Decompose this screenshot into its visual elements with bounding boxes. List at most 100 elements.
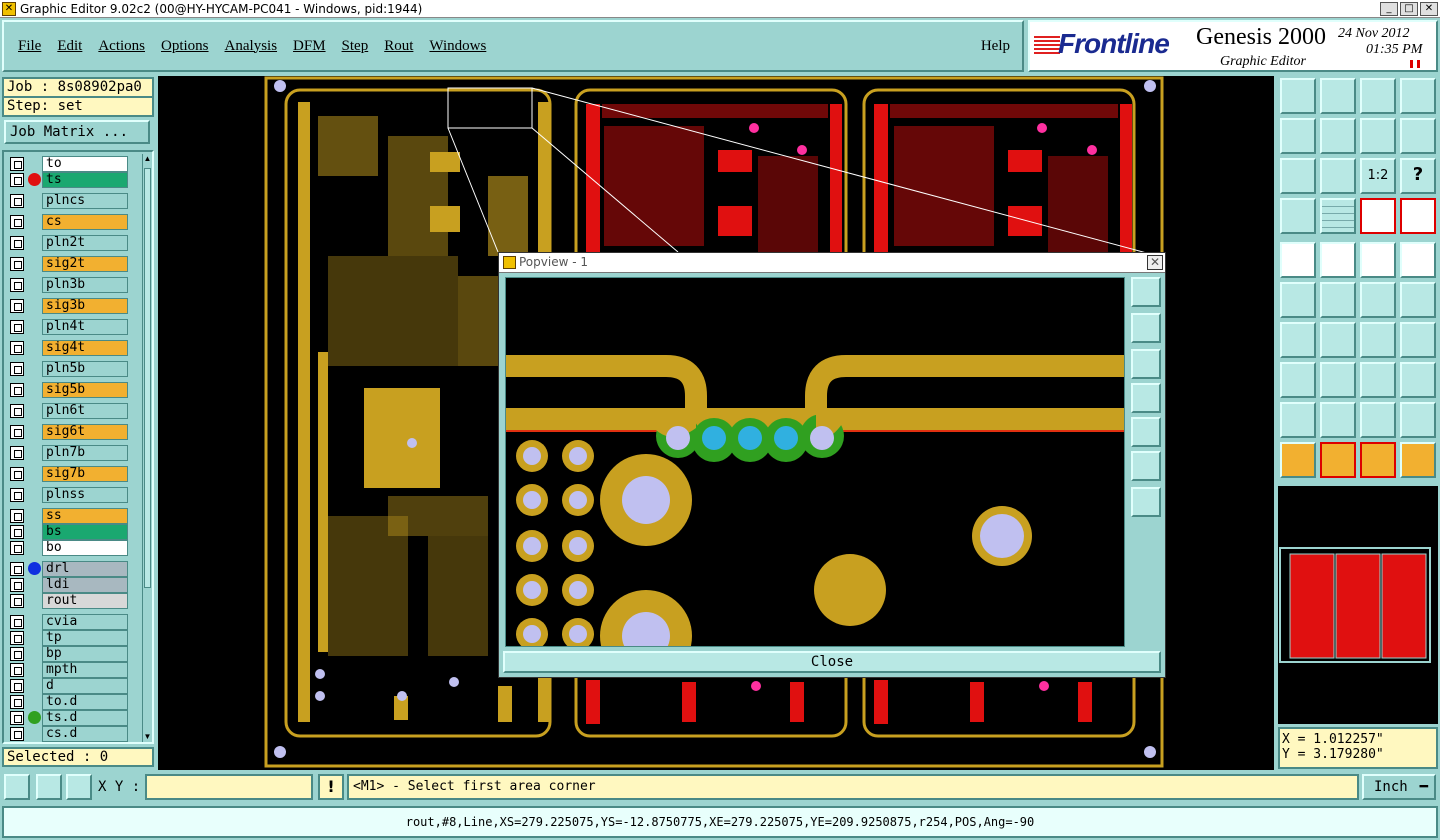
layer-checkbox[interactable] xyxy=(10,257,24,271)
layer-name[interactable]: plncs xyxy=(42,193,128,209)
layer-scrollbar[interactable]: ▲ ▼ xyxy=(142,154,152,742)
layer-name[interactable]: cvia xyxy=(42,614,128,630)
text-icon[interactable] xyxy=(1400,322,1436,358)
pointer-net-icon[interactable] xyxy=(1400,442,1436,478)
layer-row-pln2t[interactable]: pln2t xyxy=(8,235,128,251)
layer-checkbox[interactable] xyxy=(10,157,24,171)
layer-row-sig6t[interactable]: sig6t xyxy=(8,424,128,440)
layer-name[interactable]: sig6t xyxy=(42,424,128,440)
layer-row-cs-d[interactable]: cs.d xyxy=(8,726,128,742)
house-icon[interactable] xyxy=(1360,78,1396,114)
layer-name[interactable]: bs xyxy=(42,524,128,540)
layer-row-sig3b[interactable]: sig3b xyxy=(8,298,128,314)
menu-help[interactable]: Help xyxy=(981,38,1010,55)
scroll-thumb[interactable] xyxy=(144,168,151,588)
layer-row-pln5b[interactable]: pln5b xyxy=(8,361,128,377)
layer-row-bo[interactable]: bo xyxy=(8,540,128,556)
layer-row-ldi[interactable]: ldi xyxy=(8,577,128,593)
snap-grid-icon[interactable] xyxy=(66,774,92,800)
layer-name[interactable]: ss xyxy=(42,508,128,524)
layer-name[interactable]: pln6t xyxy=(42,403,128,419)
redo-view-icon[interactable] xyxy=(1400,118,1436,154)
layer-checkbox[interactable] xyxy=(10,663,24,677)
layer-name[interactable]: plnss xyxy=(42,487,128,503)
surface-edit-icon[interactable] xyxy=(1400,402,1436,438)
layer-name[interactable]: ts.d xyxy=(42,710,128,726)
exclamation-button[interactable]: ! xyxy=(318,774,344,800)
layer-name[interactable]: cs xyxy=(42,214,128,230)
layer-row-mpth[interactable]: mpth xyxy=(8,662,128,678)
ruler-icon[interactable] xyxy=(1360,242,1396,278)
layer-checkbox[interactable] xyxy=(10,541,24,555)
layer-checkbox[interactable] xyxy=(10,215,24,229)
layer-row-plncs[interactable]: plncs xyxy=(8,193,128,209)
menu-windows[interactable]: Windows xyxy=(429,38,486,55)
cross-icon[interactable] xyxy=(1320,282,1356,318)
layer-checkbox[interactable] xyxy=(10,236,24,250)
zoom-one-to-two-icon[interactable]: 1:2 xyxy=(1360,158,1396,194)
menu-edit[interactable]: Edit xyxy=(57,38,82,55)
layer-name[interactable]: rout xyxy=(42,593,128,609)
layer-name[interactable]: pln7b xyxy=(42,445,128,461)
units-select[interactable]: Inch ━ xyxy=(1362,774,1436,800)
grid-icon[interactable] xyxy=(1320,198,1356,234)
layer-row-sig2t[interactable]: sig2t xyxy=(8,256,128,272)
help-icon[interactable]: ? xyxy=(1400,158,1436,194)
popview-center-icon[interactable] xyxy=(1131,487,1161,517)
layer-checkbox[interactable] xyxy=(10,467,24,481)
snap-net-icon[interactable] xyxy=(1400,198,1436,234)
layer-name[interactable]: d xyxy=(42,678,128,694)
popview-fit-icon[interactable] xyxy=(1131,451,1161,481)
layer-checkbox[interactable] xyxy=(10,562,24,576)
layer-row-pln6t[interactable]: pln6t xyxy=(8,403,128,419)
zoom-fit-icon[interactable] xyxy=(1280,158,1316,194)
layer-row-cvia[interactable]: cvia xyxy=(8,614,128,630)
zoom-box-icon[interactable] xyxy=(4,774,30,800)
menu-rout[interactable]: Rout xyxy=(384,38,413,55)
layer-checkbox[interactable] xyxy=(10,404,24,418)
select-arrow-icon[interactable] xyxy=(1280,242,1316,278)
layer-checkbox[interactable] xyxy=(10,278,24,292)
popview-zoom-in-icon[interactable] xyxy=(1131,277,1161,307)
menu-actions[interactable]: Actions xyxy=(98,38,145,55)
line-add-icon[interactable] xyxy=(1360,282,1396,318)
layer-row-tp[interactable]: tp xyxy=(8,630,128,646)
window-split-icon[interactable] xyxy=(1400,78,1436,114)
layer-checkbox[interactable] xyxy=(10,647,24,661)
pause-icon[interactable] xyxy=(1410,60,1420,68)
layer-checkbox[interactable] xyxy=(10,320,24,334)
minimize-icon[interactable]: _ xyxy=(1380,1,1398,16)
layer-checkbox[interactable] xyxy=(10,299,24,313)
xy-input[interactable] xyxy=(145,774,313,800)
polygon-icon[interactable] xyxy=(1320,402,1356,438)
layer-name[interactable]: sig3b xyxy=(42,298,128,314)
layer-checkbox[interactable] xyxy=(10,173,24,187)
layer-name[interactable]: bp xyxy=(42,646,128,662)
line-move-icon[interactable] xyxy=(1400,282,1436,318)
job-matrix-button[interactable]: Job Matrix ... xyxy=(4,120,150,144)
layer-name[interactable]: pln3b xyxy=(42,277,128,293)
layer-checkbox[interactable] xyxy=(10,425,24,439)
angle-icon[interactable] xyxy=(1280,322,1316,358)
layer-row-pln7b[interactable]: pln7b xyxy=(8,445,128,461)
layer-row-sig5b[interactable]: sig5b xyxy=(8,382,128,398)
triangle-icon[interactable] xyxy=(1280,402,1316,438)
layer-name[interactable]: pln4t xyxy=(42,319,128,335)
menu-dfm[interactable]: DFM xyxy=(293,38,326,55)
layer-checkbox[interactable] xyxy=(10,594,24,608)
layer-row-cs[interactable]: cs xyxy=(8,214,128,230)
layer-checkbox[interactable] xyxy=(10,446,24,460)
layer-checkbox[interactable] xyxy=(10,695,24,709)
layer-row-to[interactable]: to xyxy=(8,156,128,172)
popview-canvas[interactable] xyxy=(505,277,1125,647)
pad-add-icon[interactable] xyxy=(1280,362,1316,398)
layer-checkbox[interactable] xyxy=(10,631,24,645)
layer-row-ts[interactable]: ts xyxy=(8,172,128,188)
layer-row-bs[interactable]: bs xyxy=(8,524,128,540)
layer-row-ts-d[interactable]: ts.d xyxy=(8,710,128,726)
undo-view-icon[interactable] xyxy=(1360,118,1396,154)
zoom-home-icon[interactable] xyxy=(1280,78,1316,114)
layer-row-rout[interactable]: rout xyxy=(8,593,128,609)
net-connect-icon[interactable] xyxy=(1280,282,1316,318)
popview-zoom-up-icon[interactable] xyxy=(1131,313,1161,343)
